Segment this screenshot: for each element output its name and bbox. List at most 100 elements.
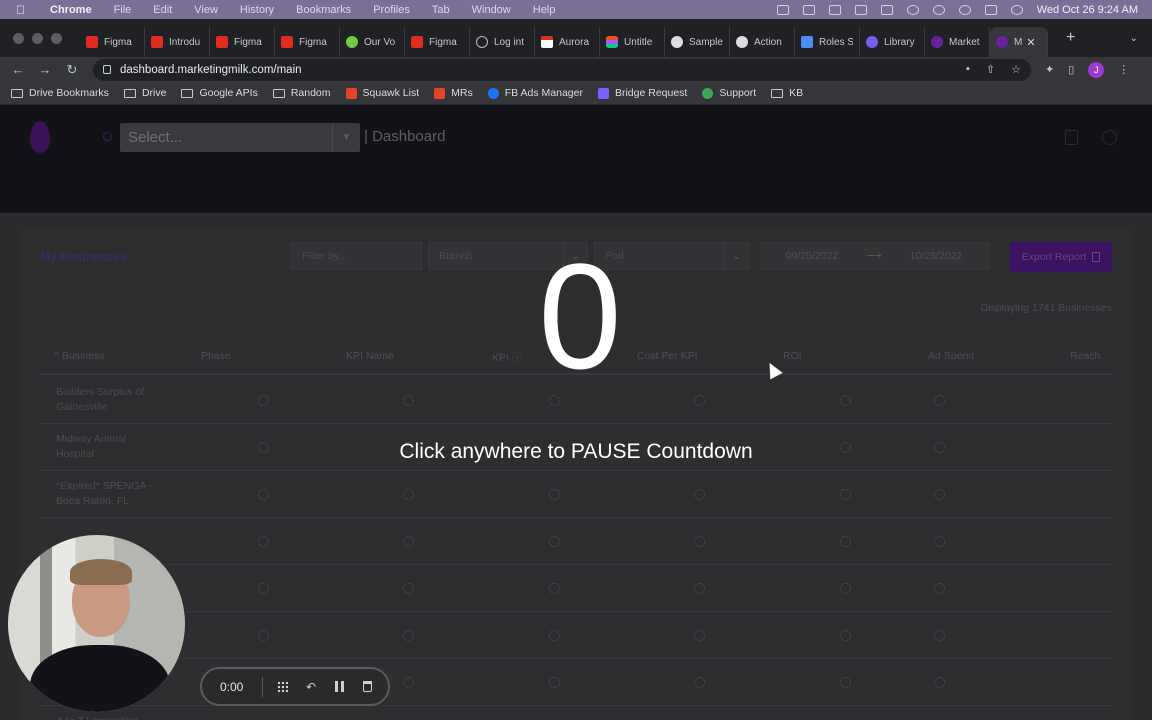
delete-recording-button[interactable] — [360, 679, 375, 695]
col-kpi-name[interactable]: KPI Name — [346, 350, 394, 362]
more-menu-icon[interactable]: ⋮ — [1118, 63, 1129, 76]
loading-spinner-icon — [840, 536, 851, 547]
tab-action[interactable]: Action — [730, 27, 795, 57]
tab-figma-4[interactable]: Figma — [405, 27, 470, 57]
tab-figma-2[interactable]: Figma — [210, 27, 275, 57]
business-name[interactable]: Midway Animal Hospital — [56, 432, 166, 462]
business-name[interactable]: *Expired* SPENGA - Boca Raton, FL — [56, 479, 166, 509]
tab-roles[interactable]: Roles S — [795, 27, 860, 57]
user-switch-icon[interactable] — [932, 4, 945, 15]
bookmark-label: Random — [290, 87, 331, 99]
bookmark-google-apis[interactable]: Google APIs — [181, 87, 258, 99]
menu-view[interactable]: View — [194, 4, 218, 16]
bluetooth-icon[interactable] — [828, 4, 841, 15]
menu-window[interactable]: Window — [472, 4, 511, 16]
extensions-icon[interactable]: ✦ — [1045, 63, 1054, 76]
bookmark-bridge-request[interactable]: Bridge Request — [597, 87, 687, 99]
tab-aurora[interactable]: Aurora — [535, 27, 600, 57]
zoom-window-button[interactable] — [51, 32, 62, 44]
col-roi[interactable]: ROI — [783, 350, 802, 362]
business-select[interactable]: Select... ▼ — [120, 123, 360, 152]
battery-icon[interactable] — [880, 4, 893, 15]
date-from[interactable]: 09/25/2022 — [762, 250, 862, 262]
menu-bookmarks[interactable]: Bookmarks — [296, 4, 351, 16]
apple-icon[interactable]:  — [16, 3, 30, 17]
tab-figma-3[interactable]: Figma — [275, 27, 340, 57]
bookmark-support[interactable]: Support — [702, 87, 756, 99]
tab-library[interactable]: Library — [860, 27, 925, 57]
milk-drop-logo[interactable] — [30, 121, 50, 153]
sidepanel-icon[interactable]: ▯ — [1068, 63, 1074, 76]
share-icon[interactable]: ⇧ — [986, 63, 995, 76]
wifi-icon[interactable] — [906, 4, 919, 15]
col-reach[interactable]: Reach — [1070, 350, 1100, 362]
star-icon[interactable]: ☆ — [1011, 63, 1021, 76]
bookmark-mrs[interactable]: MRs — [434, 87, 473, 99]
menu-app-name[interactable]: Chrome — [50, 4, 92, 16]
tab-active[interactable]: M ✕ — [990, 27, 1048, 57]
address-bar[interactable]: dashboard.marketingmilk.com/main ▪ ⇧ ☆ — [93, 58, 1031, 81]
reload-icon[interactable]: ↻ — [65, 62, 79, 78]
filter-input[interactable]: Filter by... — [291, 242, 422, 270]
back-icon[interactable]: ← — [11, 62, 25, 77]
display-icon[interactable] — [854, 4, 867, 15]
table-row[interactable] — [40, 565, 1112, 612]
undo-icon[interactable]: ↶ — [303, 679, 318, 695]
col-ad-spend[interactable]: Ad Spend — [928, 350, 974, 362]
url-text[interactable]: dashboard.marketingmilk.com/main — [120, 64, 302, 76]
user-icon[interactable] — [1102, 130, 1117, 145]
tab-figma-1[interactable]: Figma — [80, 27, 145, 57]
webcam-bubble[interactable] — [8, 535, 185, 712]
volume-icon[interactable] — [802, 4, 815, 15]
drag-handle-icon[interactable] — [275, 679, 290, 695]
tab-introdu[interactable]: Introdu — [145, 27, 210, 57]
siri-icon[interactable] — [1010, 4, 1023, 15]
pause-countdown-message[interactable]: Click anywhere to PAUSE Countdown — [300, 440, 852, 464]
pause-button[interactable] — [332, 679, 347, 695]
table-row[interactable]: A to Z Laminating — [40, 706, 1112, 720]
new-tab-button[interactable]: + — [1066, 29, 1075, 47]
business-name[interactable]: Builders Surplus of Gainesville — [56, 385, 166, 415]
bookmark-random[interactable]: Random — [272, 87, 331, 99]
col-phase[interactable]: Phase — [201, 350, 231, 362]
tab-market[interactable]: Market — [925, 27, 990, 57]
date-range-picker[interactable]: 09/25/2022 ⟶ 10/25/2022 — [761, 242, 989, 270]
bookmark-kb[interactable]: KB — [771, 87, 803, 99]
close-window-button[interactable] — [13, 32, 24, 44]
table-row[interactable] — [40, 612, 1112, 659]
tab-our-vo[interactable]: Our Vo — [340, 27, 405, 57]
lock-icon[interactable] — [103, 65, 111, 74]
business-name[interactable]: A to Z Laminating — [56, 714, 166, 720]
chevron-down-icon[interactable]: ▼ — [332, 123, 360, 152]
menu-profiles[interactable]: Profiles — [373, 4, 410, 16]
tab-untitle[interactable]: Untitle — [600, 27, 665, 57]
minimize-window-button[interactable] — [32, 32, 43, 44]
menu-help[interactable]: Help — [533, 4, 556, 16]
forward-icon[interactable]: → — [38, 62, 52, 77]
col-business[interactable]: ^ Business — [54, 350, 104, 362]
table-row[interactable] — [40, 518, 1112, 565]
clipboard-icon[interactable] — [1065, 130, 1078, 145]
export-report-button[interactable]: Export Report — [1010, 242, 1112, 272]
menu-tab[interactable]: Tab — [432, 4, 450, 16]
bookmark-drive[interactable]: Drive — [123, 87, 166, 99]
camera-icon[interactable]: ▪ — [966, 63, 970, 76]
chevron-down-icon[interactable]: ⌄ — [1130, 33, 1138, 44]
menu-file[interactable]: File — [114, 4, 132, 16]
bookmark-drive-bookmarks[interactable]: Drive Bookmarks — [11, 87, 109, 99]
menu-history[interactable]: History — [240, 4, 274, 16]
profile-avatar[interactable]: J — [1088, 61, 1105, 78]
close-icon[interactable]: ✕ — [1026, 36, 1035, 49]
chevron-down-icon[interactable]: ⌄ — [724, 243, 748, 269]
recording-icon[interactable] — [776, 4, 789, 15]
bookmark-squawk-list[interactable]: Squawk List — [345, 87, 419, 99]
menu-edit[interactable]: Edit — [153, 4, 172, 16]
menubar-clock[interactable]: Wed Oct 26 9:24 AM — [1037, 4, 1138, 16]
tab-sample[interactable]: Sample — [665, 27, 730, 57]
tab-log-int[interactable]: Log int — [470, 27, 535, 57]
bookmark-fb-ads[interactable]: FB Ads Manager — [487, 87, 583, 99]
table-row[interactable]: *Expired* SPENGA - Boca Raton, FL — [40, 471, 1112, 518]
control-center-icon[interactable] — [984, 4, 997, 15]
spotlight-icon[interactable] — [958, 4, 971, 15]
date-to[interactable]: 10/25/2022 — [886, 250, 986, 262]
